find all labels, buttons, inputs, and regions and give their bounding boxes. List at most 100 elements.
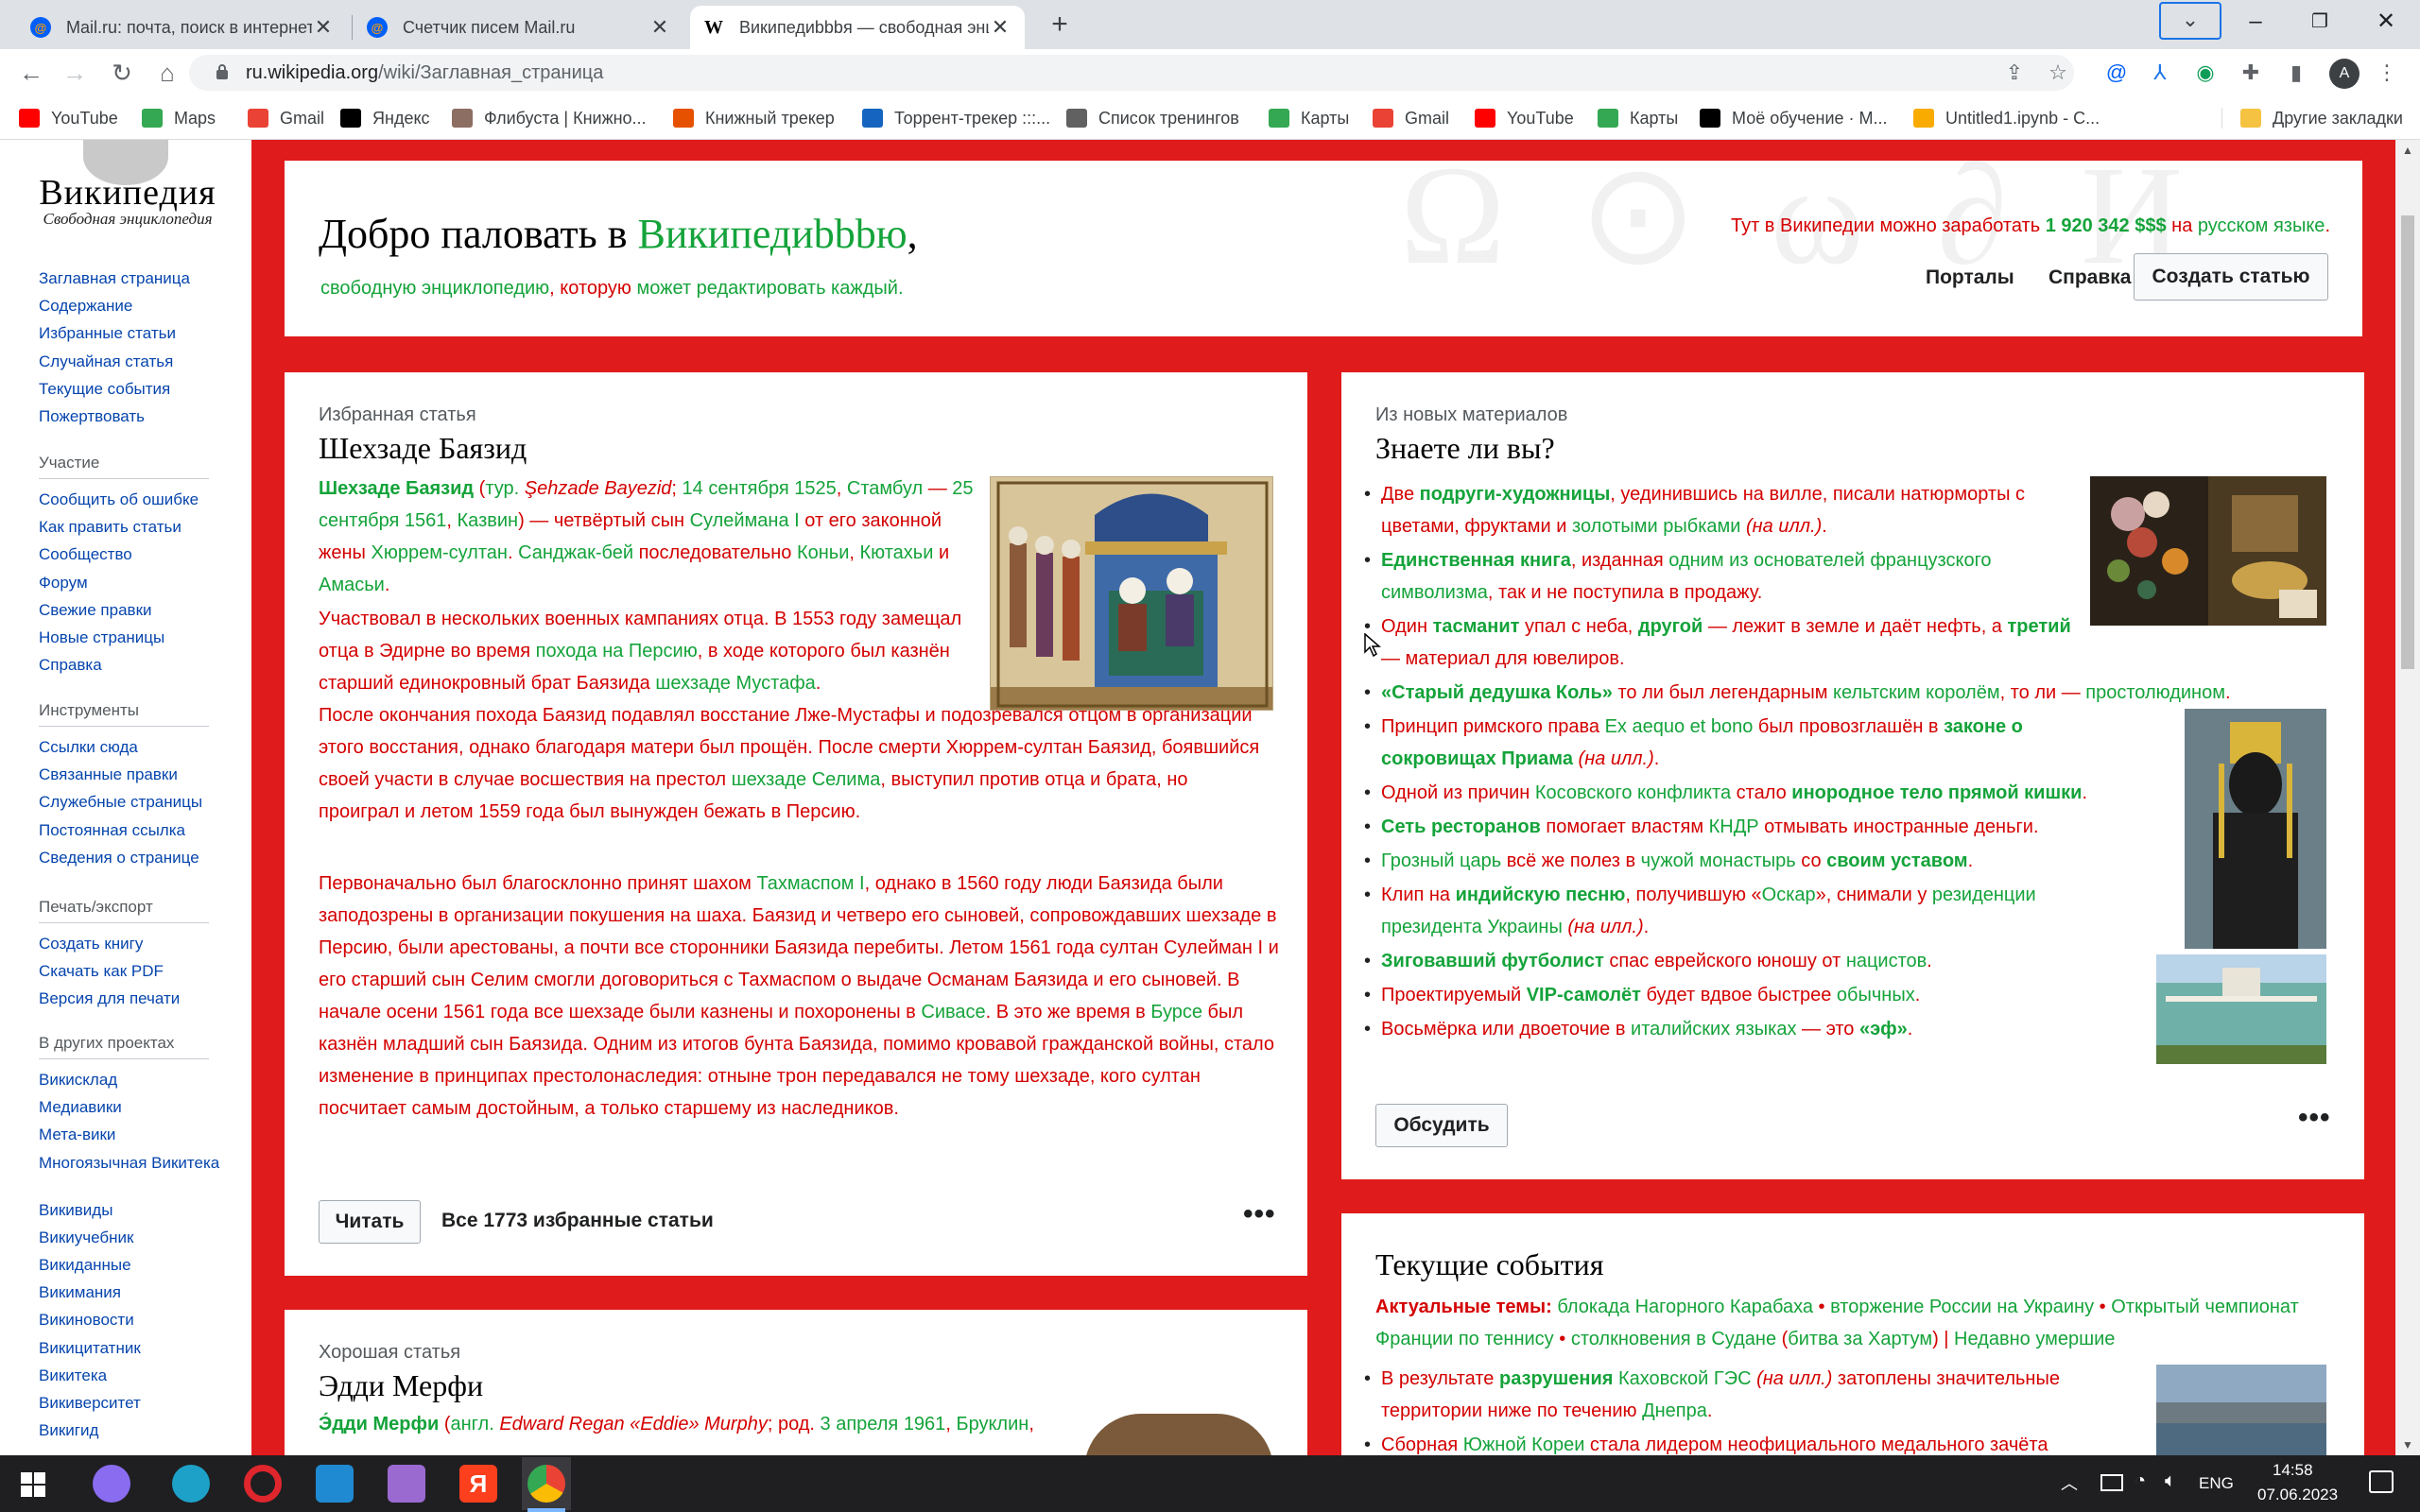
clock-date[interactable]: 07.06.2023 xyxy=(2257,1486,2338,1504)
sidebar-link[interactable]: Скачать как PDF xyxy=(39,961,228,981)
anyone-can-edit-link[interactable]: может редактировать каждый xyxy=(636,278,897,299)
extensions-puzzle-icon[interactable]: ✚ xyxy=(2237,59,2265,87)
bookmark-item[interactable]: Gmail xyxy=(1373,107,1449,129)
sidebar-link[interactable]: Создать книгу xyxy=(39,934,228,954)
bookmark-item[interactable]: Книжный трекер xyxy=(673,107,835,129)
sidebar-link[interactable]: Викиучебник xyxy=(39,1228,228,1247)
sidebar-link[interactable]: Сведения о странице xyxy=(39,848,228,868)
language-indicator[interactable]: ENG xyxy=(2199,1474,2234,1493)
sidebar-link[interactable]: Текущие события xyxy=(39,379,228,399)
sidebar-link[interactable]: Связанные правки xyxy=(39,765,228,784)
forward-button[interactable]: → xyxy=(59,57,91,89)
side-panel-icon[interactable]: ▮ xyxy=(2282,59,2310,87)
tray-chevron-icon[interactable]: ︿ xyxy=(2061,1470,2078,1495)
sidebar-link[interactable]: Справка xyxy=(39,655,228,675)
featured-miniature-image[interactable] xyxy=(990,476,1273,711)
bookmark-item[interactable]: Список тренингов xyxy=(1066,107,1239,129)
wikipedia-logo[interactable]: Википедия Свободная энциклопедия xyxy=(28,140,227,229)
scroll-up-arrow[interactable]: ▲ xyxy=(2401,144,2414,157)
help-button[interactable]: Справка xyxy=(2048,266,2131,289)
bookmark-item[interactable]: YouTube xyxy=(1475,107,1574,129)
free-encyclopedia-link[interactable]: свободную энциклопедию xyxy=(320,278,549,299)
edge-browser-icon[interactable] xyxy=(172,1465,210,1503)
bookmark-item[interactable]: Maps xyxy=(142,107,216,129)
sidebar-link[interactable]: Викицитатник xyxy=(39,1338,228,1358)
clock-time[interactable]: 14:58 xyxy=(2273,1461,2313,1480)
more-options-icon[interactable]: ••• xyxy=(1243,1198,1276,1230)
tab-wikipedia[interactable]: W Википедиbbbя — свободная энциклопедия … xyxy=(690,6,1025,49)
scrollbar-thumb[interactable] xyxy=(2401,215,2414,669)
bookmark-item[interactable]: Флибуста | Книжно... xyxy=(452,107,647,129)
sidebar-link[interactable]: Содержание xyxy=(39,296,228,316)
bookmark-item[interactable]: Моё обучение · М... xyxy=(1700,107,1888,129)
search-app-icon[interactable] xyxy=(93,1465,130,1503)
profile-avatar[interactable]: A xyxy=(2329,59,2360,89)
create-article-button[interactable]: Создать статью xyxy=(2134,253,2328,301)
sidebar-link[interactable]: Пожертвовать xyxy=(39,406,228,426)
bookmark-item[interactable]: Торрент-трекер :::... xyxy=(862,107,1050,129)
minimize-button[interactable]: – xyxy=(2227,4,2284,40)
menu-kebab-icon[interactable]: ⋮ xyxy=(2373,59,2401,87)
sidebar-link[interactable]: Как править статьи xyxy=(39,517,228,537)
bookmark-item[interactable]: YouTube xyxy=(19,107,118,129)
close-tab-icon[interactable]: ✕ xyxy=(648,15,671,40)
windows-start-icon[interactable] xyxy=(21,1472,45,1497)
sidebar-link[interactable]: Новые страницы xyxy=(39,627,228,647)
bookmark-item[interactable]: Карты xyxy=(1598,107,1678,129)
tab-mailru[interactable]: @ Mail.ru: почта, поиск в интернете ✕ xyxy=(17,6,348,49)
new-tab-button[interactable]: + xyxy=(1044,9,1076,42)
chat-extension-icon[interactable]: ◉ xyxy=(2191,59,2220,87)
sidebar-link[interactable]: Сообщество xyxy=(39,544,228,564)
opera-browser-icon[interactable] xyxy=(244,1465,282,1503)
vscode-icon[interactable] xyxy=(316,1465,354,1503)
address-bar[interactable]: ru.wikipedia.org/wiki/Заглавная_страница… xyxy=(189,55,2074,91)
wifi-icon[interactable]: ◔ xyxy=(2135,1470,2146,1492)
sidebar-link[interactable]: Избранные статьи xyxy=(39,323,228,343)
good-title[interactable]: Эдди Мерфи xyxy=(319,1368,483,1403)
sidebar-link[interactable]: Ссылки сюда xyxy=(39,737,228,757)
sidebar-link[interactable]: Заглавная страница xyxy=(39,268,228,288)
sidebar-link[interactable]: Свежие правки xyxy=(39,600,228,620)
events-dam-image[interactable] xyxy=(2156,1365,2326,1455)
featured-title[interactable]: Шехзаде Баязид xyxy=(319,431,527,466)
restore-button[interactable]: ❐ xyxy=(2291,4,2348,40)
sidebar-link[interactable]: Случайная статья xyxy=(39,352,228,371)
game-app-icon[interactable] xyxy=(388,1465,425,1503)
sidebar-link[interactable]: Викисклад xyxy=(39,1070,228,1090)
sidebar-link[interactable]: Многоязычная Викитека xyxy=(39,1153,228,1173)
sidebar-link[interactable]: Викиданные xyxy=(39,1255,228,1275)
portals-button[interactable]: Порталы xyxy=(1926,266,2014,289)
sidebar-link[interactable]: Викимания xyxy=(39,1282,228,1302)
close-tab-icon[interactable]: ✕ xyxy=(312,15,335,40)
sidebar-link[interactable]: Викитека xyxy=(39,1366,228,1385)
welcome-title-link[interactable]: Википедиbbbю xyxy=(637,211,907,257)
sidebar-link[interactable]: Версия для печати xyxy=(39,988,228,1008)
sidebar-link[interactable]: Викиверситет xyxy=(39,1393,228,1413)
sidebar-link[interactable]: Викигид xyxy=(39,1420,228,1440)
more-options-icon[interactable]: ••• xyxy=(2298,1102,2331,1134)
read-button[interactable]: Читать xyxy=(319,1200,421,1244)
bookmark-item[interactable]: Untitled1.ipynb - C... xyxy=(1913,107,2100,129)
tab-search-button[interactable]: ⌄ xyxy=(2159,2,2221,40)
share-icon[interactable]: ⇪ xyxy=(2000,59,2029,87)
yandex-browser-icon[interactable]: Я xyxy=(459,1465,497,1503)
battery-icon[interactable] xyxy=(2100,1474,2123,1491)
bookmark-star-icon[interactable]: ☆ xyxy=(2044,59,2072,87)
chrome-browser-icon[interactable] xyxy=(527,1465,565,1503)
all-featured-link[interactable]: Все 1773 избранные статьи xyxy=(441,1210,714,1232)
sidebar-link[interactable]: Викиновости xyxy=(39,1310,228,1330)
bookmark-item[interactable]: Яндекс xyxy=(340,107,430,129)
discuss-button[interactable]: Обсудить xyxy=(1375,1104,1508,1147)
reload-button[interactable]: ↻ xyxy=(106,57,138,89)
sidebar-link[interactable]: Медиавики xyxy=(39,1097,228,1117)
volume-icon[interactable]: 🔈︎ xyxy=(2165,1470,2176,1492)
close-window-button[interactable]: ✕ xyxy=(2358,4,2414,40)
home-button[interactable]: ⌂ xyxy=(151,57,183,89)
good-article-image[interactable] xyxy=(1084,1414,1273,1455)
translate-extension-icon[interactable]: ⅄ xyxy=(2146,59,2174,87)
sidebar-link[interactable]: Викивиды xyxy=(39,1200,228,1220)
bookmark-other[interactable]: Другие закладки xyxy=(2240,107,2403,129)
sidebar-link[interactable]: Мета-вики xyxy=(39,1125,228,1144)
back-button[interactable]: ← xyxy=(15,57,47,89)
scroll-down-arrow[interactable]: ▼ xyxy=(2401,1438,2414,1452)
